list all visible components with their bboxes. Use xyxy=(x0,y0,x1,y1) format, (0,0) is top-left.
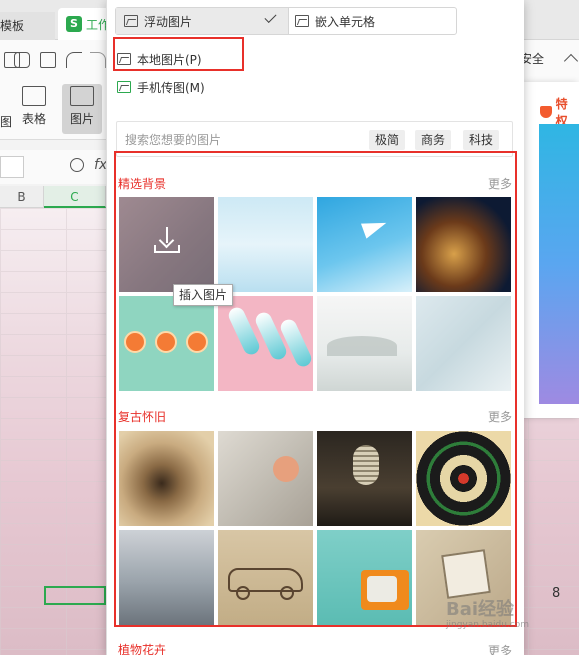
image-search-input[interactable] xyxy=(125,130,345,150)
image-button-label: 图片 xyxy=(69,112,94,126)
ribbon-picture-label-partial: 图 xyxy=(0,115,13,129)
image-thumbnail[interactable] xyxy=(416,197,511,292)
paper-plane-shape xyxy=(360,215,390,239)
more-link-vintage[interactable]: 更多 xyxy=(488,408,512,425)
column-b-header[interactable]: B xyxy=(0,186,44,208)
image-thumbnail[interactable] xyxy=(218,197,313,292)
image-thumbnail[interactable] xyxy=(119,296,214,391)
tag-business[interactable]: 商务 xyxy=(415,130,451,150)
zoom-icon[interactable] xyxy=(70,158,84,172)
float-image-label: 浮动图片 xyxy=(144,14,193,29)
image-thumbnail[interactable] xyxy=(218,530,313,625)
undo-icon[interactable] xyxy=(66,52,82,68)
table-button[interactable]: 表格 xyxy=(14,84,54,134)
checkmark-icon xyxy=(264,10,277,24)
section-title-plants: 植物花卉 xyxy=(118,643,167,655)
watermark: Bai经验 xyxy=(446,599,515,620)
embed-cell-label: 嵌入单元格 xyxy=(315,14,376,29)
image-thumbnail[interactable] xyxy=(416,296,511,391)
highlight-box-local-image xyxy=(113,37,244,71)
phone-upload-icon xyxy=(117,81,131,93)
image-thumbnail[interactable] xyxy=(119,530,214,625)
embed-cell-option[interactable]: 嵌入单元格 xyxy=(288,8,456,34)
embed-cell-icon xyxy=(295,15,309,27)
column-c-header[interactable]: C xyxy=(44,186,106,208)
float-image-option[interactable]: 浮动图片 xyxy=(116,8,288,34)
phone-image-menu-item[interactable]: 手机传图(M) xyxy=(117,76,205,98)
name-box[interactable] xyxy=(0,156,24,178)
image-button[interactable]: 图片 xyxy=(62,84,102,134)
image-thumbnail[interactable] xyxy=(416,431,511,526)
side-promo-image[interactable] xyxy=(539,124,579,404)
image-thumbnail[interactable] xyxy=(119,431,214,526)
image-thumbnail[interactable] xyxy=(218,431,313,526)
phone-image-label: 手机传图(M) xyxy=(137,80,205,95)
redo-icon[interactable] xyxy=(90,52,106,68)
tag-minimal[interactable]: 极简 xyxy=(369,130,405,150)
download-icon[interactable] xyxy=(154,227,180,253)
tab-template[interactable]: 模板 xyxy=(0,12,55,40)
privilege-icon xyxy=(540,106,552,118)
page-number: 8 xyxy=(552,586,561,601)
more-link-featured[interactable]: 更多 xyxy=(488,175,512,192)
image-thumbnail[interactable] xyxy=(119,197,214,292)
float-image-icon xyxy=(124,15,138,27)
image-thumbnail[interactable] xyxy=(218,296,313,391)
image-thumbnail[interactable] xyxy=(317,296,412,391)
image-thumbnail[interactable] xyxy=(317,431,412,526)
table-icon xyxy=(22,86,46,106)
print-preview-icon[interactable] xyxy=(40,52,56,68)
selected-cell[interactable] xyxy=(44,586,106,605)
spreadsheet-icon: S xyxy=(66,16,82,32)
more-link-plants[interactable]: 更多 xyxy=(488,642,512,655)
insert-image-tooltip: 插入图片 xyxy=(173,284,234,306)
insert-mode-toggle: 浮动图片 嵌入单元格 xyxy=(115,7,457,35)
print-icon[interactable] xyxy=(14,52,30,68)
section-title-featured: 精选背景 xyxy=(118,177,167,191)
tag-tech[interactable]: 科技 xyxy=(463,130,499,150)
image-icon xyxy=(70,86,94,106)
section-title-vintage: 复古怀旧 xyxy=(118,410,167,424)
watermark-url: jingyan.baidu.com xyxy=(446,620,530,630)
image-thumbnail[interactable] xyxy=(317,530,412,625)
table-button-label: 表格 xyxy=(21,112,46,126)
image-thumbnail[interactable] xyxy=(317,197,412,292)
